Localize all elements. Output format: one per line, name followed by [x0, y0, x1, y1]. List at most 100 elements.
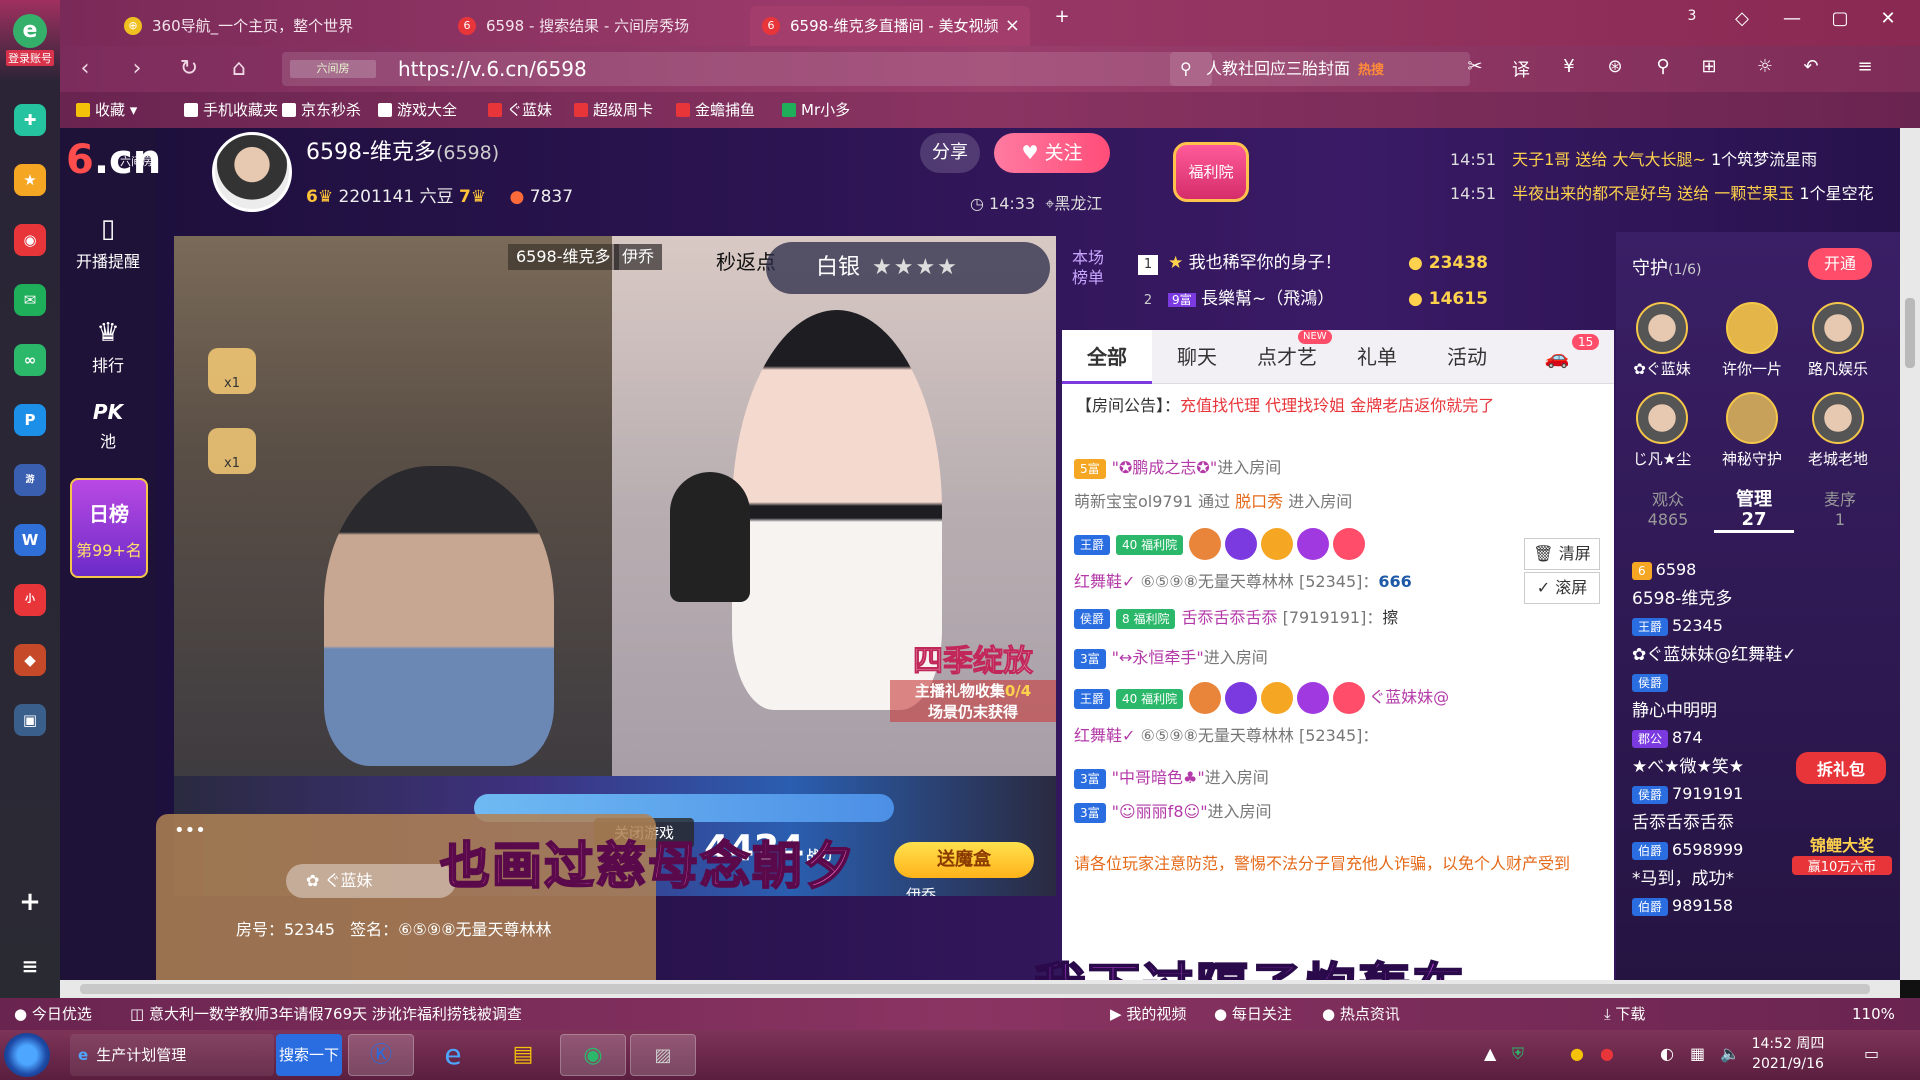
gamepad-icon[interactable]: ⊛ — [1600, 56, 1630, 77]
bookmark-item[interactable]: ぐ蓝妹 — [488, 92, 552, 128]
site-logo[interactable]: 6.cn 六间房 — [66, 134, 161, 186]
clock[interactable]: 14:52 周四 2021/9/16 — [1740, 1034, 1836, 1074]
search-button[interactable]: 搜索一下 — [276, 1034, 342, 1076]
auto-scroll-button[interactable]: ✓ 滚屏 — [1524, 572, 1600, 604]
guard-avatar[interactable]: じ凡★尘 — [1622, 392, 1702, 469]
tab-chat[interactable]: 聊天 — [1152, 330, 1242, 384]
admin-item[interactable]: 侯爵 7919191 舌忝舌忝舌忝 — [1632, 784, 1743, 833]
tab-audience[interactable]: 观众 4865 — [1628, 490, 1708, 530]
browser-logo[interactable]: e 登录账号 — [6, 14, 54, 70]
close-window-icon[interactable]: ✕ — [1868, 8, 1908, 29]
bookmark-item[interactable]: 游戏大全 — [378, 92, 457, 128]
shield-icon[interactable]: ⛨ — [1512, 1044, 1524, 1064]
admin-item[interactable]: 王爵 52345 ✿ぐ蓝妹妹@红舞鞋✓ — [1632, 616, 1797, 665]
follow-button[interactable]: ♥ 关注 — [994, 133, 1110, 173]
horizontal-scrollbar[interactable] — [60, 980, 1900, 998]
open-guard-button[interactable]: 开通 — [1808, 248, 1872, 280]
tab-activity[interactable]: 活动 — [1422, 330, 1512, 384]
day-rank-badge[interactable]: 日榜 第99+名 — [70, 478, 148, 578]
folder-icon[interactable]: ▤ — [490, 1034, 556, 1076]
home-icon[interactable]: ⌂ — [224, 54, 254, 84]
bookmark-item[interactable]: 金蟾捕鱼 — [676, 92, 755, 128]
admin-item[interactable]: 6 6598 6598-维克多 — [1632, 560, 1732, 609]
news-ticker[interactable]: ◫ 意大利一数学教师3年请假769天 涉讹诈福利捞钱被调查 — [130, 998, 522, 1030]
tab-counter[interactable]: 3 — [1672, 8, 1712, 24]
restore-icon[interactable]: ▢ — [1820, 8, 1860, 29]
search-box[interactable]: ⚲ 人教社回应三胎封面 热搜 — [1170, 52, 1470, 86]
admin-item[interactable]: 郡公 874 ★べ★微★笑★ — [1632, 728, 1744, 777]
guard-avatar[interactable]: 许你一片 — [1712, 302, 1792, 379]
apps-icon[interactable]: ⊞ — [1694, 56, 1724, 77]
back-icon[interactable]: ‹ — [70, 54, 100, 84]
find-icon[interactable]: ⚲ — [1648, 56, 1678, 77]
k-app-icon[interactable]: Ⓚ — [348, 1034, 414, 1076]
tab-admin[interactable]: 管理 27 — [1714, 490, 1794, 533]
game-app-icon[interactable]: 游 — [14, 464, 46, 496]
zoom-level[interactable]: 110% — [1852, 998, 1895, 1030]
admin-item[interactable]: 伯爵 989158 — [1632, 896, 1733, 920]
address-bar[interactable]: 六间房 https://v.6.cn/6598 — [282, 52, 1212, 86]
add-icon[interactable]: + — [14, 886, 46, 918]
streamer-avatar[interactable] — [212, 132, 292, 212]
weibo-icon[interactable]: ◉ — [14, 224, 46, 256]
ime-icon[interactable]: ◐ — [1660, 1044, 1674, 1063]
promo-sub[interactable]: 赢10万六币 — [1792, 856, 1892, 875]
tab-360[interactable]: ⊕ 360导航_一个主页，整个世界 — [112, 6, 442, 46]
nav-pk[interactable]: PK 池 — [60, 400, 156, 452]
season-event[interactable]: 四季绽放 主播礼物收集0/4 场景仍末获得 — [890, 636, 1056, 776]
hot-news-link[interactable]: ● 热点资讯 — [1322, 998, 1400, 1030]
download-link[interactable]: ⤓ 下载 — [1604, 998, 1645, 1030]
clear-screen-button[interactable]: 🗑 清屏 — [1524, 538, 1600, 570]
translate-icon[interactable]: 译 — [1506, 56, 1536, 82]
bookmark-item[interactable]: Mr小多 — [782, 92, 850, 128]
tab-gift-list[interactable]: 礼单 — [1332, 330, 1422, 384]
admin-item[interactable]: 侯爵 静心中明明 — [1632, 672, 1717, 721]
p-app-icon[interactable]: P — [14, 404, 46, 436]
tray-app2-icon[interactable]: ● — [1600, 1044, 1614, 1063]
chat-icon[interactable]: ∞ — [14, 344, 46, 376]
today-picks[interactable]: ● 今日优选 — [14, 998, 92, 1030]
nav-rank[interactable]: ♛ 排行 — [60, 318, 156, 376]
nav-remind[interactable]: ▯ 开播提醒 — [60, 214, 156, 272]
mail-icon[interactable]: ✉ — [14, 284, 46, 316]
video-player[interactable]: 6598-维克多 伊乔 秒返点 白银 ★★★★ x1 x1 四季绽放 主播礼物收集… — [174, 236, 1056, 896]
network-icon[interactable]: ▦ — [1690, 1044, 1705, 1063]
menu-icon[interactable]: ≡ — [1850, 56, 1880, 77]
undo-icon[interactable]: ↶ — [1796, 56, 1826, 77]
user-pill[interactable]: ✿ ぐ蓝妹 — [286, 864, 456, 898]
360-browser-icon[interactable]: ◉ — [560, 1034, 626, 1076]
menu-icon[interactable]: ≡ — [14, 950, 46, 982]
url-text[interactable]: https://v.6.cn/6598 — [398, 52, 587, 86]
send-box-button[interactable]: 送魔盒 — [894, 842, 1034, 878]
video-thumb-icon[interactable]: ▨ — [630, 1034, 696, 1076]
bookmark-item[interactable]: 收藏 ▾ — [76, 92, 137, 128]
forward-icon[interactable]: › — [122, 54, 152, 84]
gift-pack-button[interactable]: 拆礼包 — [1796, 752, 1886, 784]
coin-icon[interactable]: ¥ — [1554, 56, 1584, 77]
doc-icon[interactable]: W — [14, 524, 46, 556]
notification-icon[interactable]: ▭ — [1864, 1044, 1879, 1063]
scissors-icon[interactable]: ✂ — [1460, 56, 1490, 77]
refresh-icon[interactable]: ↻ — [174, 54, 204, 84]
tab-live[interactable]: 6 6598-维克多直播间 - 美女视频 × — [750, 6, 1030, 46]
game2-icon[interactable]: ◆ — [14, 644, 46, 676]
tray-up-icon[interactable]: ▲ — [1484, 1044, 1496, 1063]
welfare-badge[interactable]: 福利院 — [1166, 142, 1256, 218]
promo-title[interactable]: 锦鲤大奖 — [1792, 832, 1892, 856]
my-video-link[interactable]: ▶ 我的视频 — [1110, 998, 1186, 1030]
rank-row[interactable]: 1 ★ 我也稀罕你的身子！ ● 23438 — [1138, 246, 1488, 280]
shirt-icon[interactable]: ◇ — [1722, 8, 1762, 29]
bookmark-item[interactable]: 手机收藏夹 — [184, 92, 278, 128]
minimize-icon[interactable]: — — [1772, 8, 1812, 29]
tab-search[interactable]: 6 6598 - 搜索结果 - 六间房秀场 — [446, 6, 746, 46]
video-app-icon[interactable]: 小 — [14, 584, 46, 616]
guard-avatar[interactable]: ✿ぐ蓝妹 — [1622, 302, 1702, 379]
brightness-icon[interactable]: ☼ — [1750, 56, 1780, 77]
admin-item[interactable]: 伯爵 6598999 *马到，成功* — [1632, 840, 1743, 889]
daily-follow-link[interactable]: ● 每日关注 — [1214, 998, 1292, 1030]
volume-icon[interactable]: 🔈 — [1720, 1044, 1740, 1063]
guard-avatar[interactable]: 老城老地 — [1798, 392, 1878, 469]
rank-row[interactable]: 2 9富 長樂幫~（飛鴻） ● 14615 — [1138, 282, 1488, 316]
more-icon[interactable]: ••• — [174, 820, 206, 841]
tab-close-icon[interactable]: × — [1005, 6, 1020, 46]
